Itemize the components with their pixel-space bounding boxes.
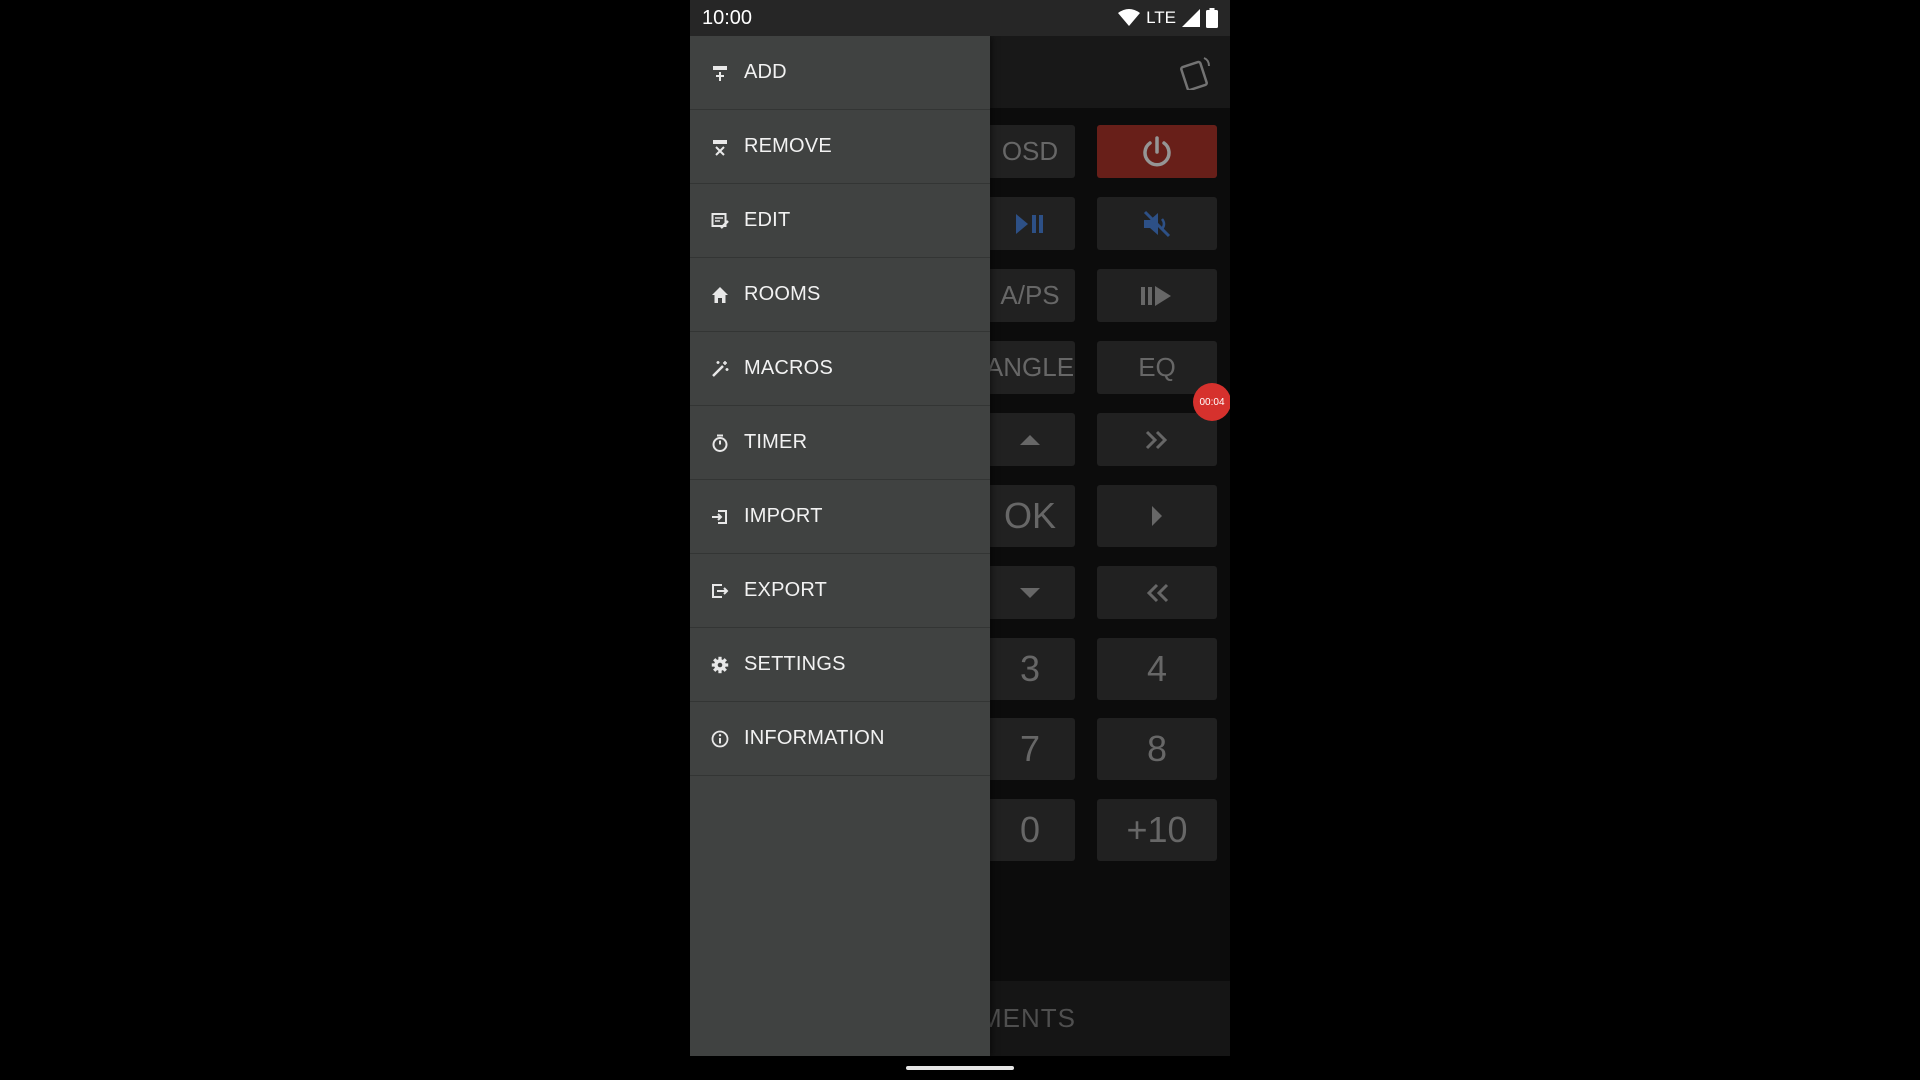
menu-label-export: EXPORT <box>744 579 828 601</box>
menu-item-timer[interactable]: TIMER <box>690 406 990 480</box>
gear-icon <box>710 655 730 675</box>
menu-label-import: IMPORT <box>744 505 823 527</box>
menu-item-export[interactable]: EXPORT <box>690 554 990 628</box>
gesture-nav-handle[interactable] <box>906 1066 1014 1070</box>
remove-remote-icon <box>710 137 730 157</box>
menu-item-import[interactable]: IMPORT <box>690 480 990 554</box>
export-icon <box>710 581 730 601</box>
navigation-drawer: ADD REMOVE EDIT ROOMS MACROS TIMER IMPOR… <box>690 36 990 1056</box>
home-icon <box>710 285 730 305</box>
menu-item-rooms[interactable]: ROOMS <box>690 258 990 332</box>
stopwatch-icon <box>710 433 730 453</box>
menu-label-macros: MACROS <box>744 357 833 379</box>
network-type: LTE <box>1146 8 1176 27</box>
magic-wand-icon <box>710 359 730 379</box>
menu-label-remove: REMOVE <box>744 135 832 157</box>
phone-screen: 10:00 LTE OSD A/PS ANGLE EQ OK 3 4 7 8 0… <box>690 0 1230 1056</box>
edit-remote-icon <box>710 211 730 231</box>
menu-label-edit: EDIT <box>744 209 791 231</box>
menu-label-information: INFORMATION <box>744 727 885 749</box>
info-icon <box>710 729 730 749</box>
menu-label-rooms: ROOMS <box>744 283 821 305</box>
menu-label-timer: TIMER <box>744 431 808 453</box>
menu-item-remove[interactable]: REMOVE <box>690 110 990 184</box>
menu-item-edit[interactable]: EDIT <box>690 184 990 258</box>
status-time: 10:00 <box>702 6 753 29</box>
status-bar: 10:00 LTE <box>690 0 1230 36</box>
menu-item-information[interactable]: INFORMATION <box>690 702 990 776</box>
menu-item-macros[interactable]: MACROS <box>690 332 990 406</box>
cell-signal-icon <box>1182 9 1200 27</box>
status-icons: LTE <box>1118 8 1218 28</box>
menu-label-settings: SETTINGS <box>744 653 846 675</box>
menu-label-add: ADD <box>744 61 787 83</box>
recording-badge[interactable]: 00:04 <box>1193 383 1230 421</box>
menu-item-settings[interactable]: SETTINGS <box>690 628 990 702</box>
battery-icon <box>1206 8 1218 28</box>
import-icon <box>710 507 730 527</box>
menu-item-add[interactable]: ADD <box>690 36 990 110</box>
add-remote-icon <box>710 63 730 83</box>
wifi-icon <box>1118 9 1141 26</box>
